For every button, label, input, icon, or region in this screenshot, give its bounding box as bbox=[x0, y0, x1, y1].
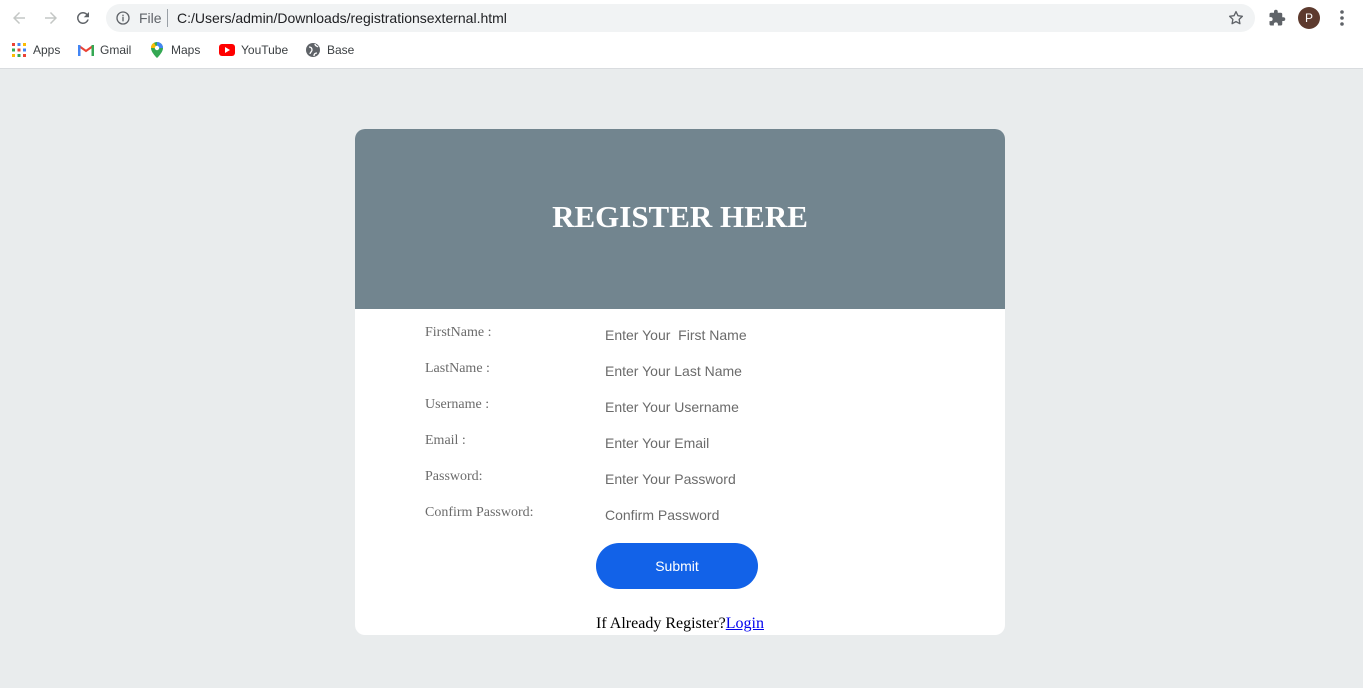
email-row: Email : bbox=[425, 432, 985, 456]
back-arrow-icon bbox=[13, 12, 25, 24]
gmail-icon bbox=[78, 42, 94, 58]
card-header: REGISTER HERE bbox=[355, 129, 1005, 309]
extensions-puzzle-icon[interactable] bbox=[1268, 9, 1286, 27]
email-label: Email : bbox=[425, 433, 466, 448]
first-name-input[interactable] bbox=[605, 324, 905, 346]
forward-button[interactable] bbox=[39, 6, 63, 30]
confirm-password-label: Confirm Password: bbox=[425, 505, 534, 520]
login-prompt-text: If Already Register? bbox=[596, 615, 726, 632]
info-icon[interactable] bbox=[115, 10, 131, 26]
password-input[interactable] bbox=[605, 468, 905, 490]
bookmark-label: YouTube bbox=[241, 43, 289, 57]
first-name-label: FirstName : bbox=[425, 325, 492, 340]
login-link[interactable]: Login bbox=[726, 615, 764, 632]
username-label: Username : bbox=[425, 397, 490, 412]
address-separator bbox=[167, 9, 168, 27]
confirm-password-row: Confirm Password: bbox=[425, 504, 985, 528]
address-url[interactable]: C:/Users/admin/Downloads/registrationsex… bbox=[177, 10, 507, 26]
more-menu-icon[interactable] bbox=[1334, 9, 1350, 27]
browser-toolbar: File C:/Users/admin/Downloads/registrati… bbox=[0, 0, 1363, 36]
bookmark-base[interactable]: Base bbox=[305, 38, 354, 62]
maps-pin-icon bbox=[149, 42, 165, 58]
globe-icon bbox=[305, 42, 321, 58]
back-button[interactable] bbox=[7, 6, 31, 30]
registration-card: REGISTER HERE FirstName : LastName : Use… bbox=[355, 129, 1005, 635]
address-scheme: File bbox=[139, 10, 162, 26]
bookmark-gmail[interactable]: Gmail bbox=[78, 38, 131, 62]
username-row: Username : bbox=[425, 396, 985, 420]
profile-avatar[interactable]: P bbox=[1298, 7, 1320, 29]
forward-arrow-icon bbox=[45, 12, 57, 24]
email-input[interactable] bbox=[605, 432, 905, 454]
youtube-icon bbox=[219, 42, 235, 58]
address-bar[interactable]: File C:/Users/admin/Downloads/registrati… bbox=[106, 4, 1255, 32]
username-input[interactable] bbox=[605, 396, 905, 418]
last-name-label: LastName : bbox=[425, 361, 490, 376]
bookmark-star-icon[interactable] bbox=[1227, 9, 1245, 27]
password-row: Password: bbox=[425, 468, 985, 492]
bookmark-maps[interactable]: Maps bbox=[149, 38, 200, 62]
last-name-input[interactable] bbox=[605, 360, 905, 382]
bookmark-apps[interactable]: Apps bbox=[11, 38, 60, 62]
bookmark-label: Maps bbox=[171, 43, 201, 57]
bookmark-label: Base bbox=[327, 43, 355, 57]
page-title: REGISTER HERE bbox=[552, 199, 808, 234]
reload-icon bbox=[76, 11, 89, 24]
bookmark-youtube[interactable]: YouTube bbox=[219, 38, 288, 62]
confirm-password-input[interactable] bbox=[605, 504, 905, 526]
first-name-row: FirstName : bbox=[425, 324, 985, 348]
browser-chrome: File C:/Users/admin/Downloads/registrati… bbox=[0, 0, 1363, 69]
bookmarks-bar: Apps Gmail Maps YouTube Base bbox=[0, 38, 1363, 62]
apps-grid-icon bbox=[11, 42, 27, 58]
last-name-row: LastName : bbox=[425, 360, 985, 384]
bookmark-label: Gmail bbox=[100, 43, 132, 57]
bookmark-label: Apps bbox=[33, 43, 61, 57]
reload-button[interactable] bbox=[71, 6, 95, 30]
password-label: Password: bbox=[425, 469, 483, 484]
login-prompt-line: If Already Register?Login bbox=[355, 615, 1005, 633]
submit-button[interactable]: Submit bbox=[596, 543, 758, 589]
